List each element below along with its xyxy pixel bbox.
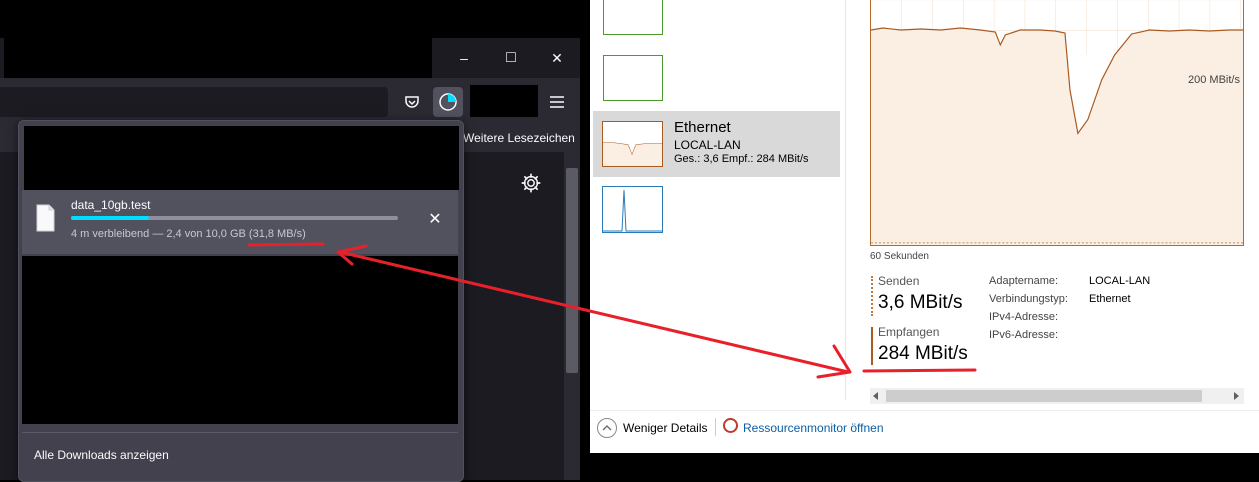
receive-label: Empfangen [878, 325, 940, 339]
graph-time-label: 60 Sekunden [870, 251, 929, 262]
maximize-button[interactable]: □ [488, 38, 534, 78]
resource-monitor-icon[interactable] [723, 418, 738, 433]
send-value: 3,6 MBit/s [878, 292, 963, 313]
download-progress-icon [439, 93, 457, 111]
divider [845, 0, 846, 400]
sidebar-item-gpu-partial[interactable] [603, 0, 663, 35]
ethernet-title: Ethernet [674, 119, 731, 136]
minimize-button[interactable]: – [441, 38, 487, 78]
ethernet-throughput-graph [870, 0, 1244, 246]
fewer-details-button[interactable]: Weniger Details [623, 421, 707, 435]
other-bookmarks-button[interactable]: Weitere Lesezeichen [463, 131, 575, 145]
show-all-downloads-button[interactable]: Alle Downloads anzeigen [34, 448, 169, 462]
downloads-button[interactable] [433, 87, 463, 117]
close-icon: ✕ [551, 49, 563, 66]
close-button[interactable]: ✕ [534, 38, 580, 78]
pocket-icon [405, 96, 419, 108]
send-indicator [871, 276, 873, 316]
scrollbar-thumb[interactable] [566, 168, 578, 373]
graph-scale-label: 200 MBit/s [1188, 74, 1240, 86]
url-bar[interactable] [0, 87, 388, 117]
sidebar-item-gpu[interactable] [603, 55, 663, 101]
detail-value: Ethernet [1089, 293, 1131, 305]
gear-icon [521, 173, 541, 193]
detail-key: Adaptername: [989, 275, 1059, 287]
send-label: Senden [878, 274, 920, 288]
receive-value: 284 MBit/s [878, 343, 968, 364]
download-progress-bar [71, 216, 150, 220]
cancel-download-button[interactable]: ✕ [420, 204, 450, 234]
redacted-area [4, 0, 432, 78]
download-status: 4 m verbleibend — 2,4 von 10,0 GB (31,8 … [71, 228, 306, 240]
ethernet-thumbnail-graph [602, 121, 663, 167]
ethernet-adapter: LOCAL-LAN [674, 138, 741, 152]
hamburger-icon [550, 96, 564, 108]
detail-key: Verbindungstyp: [989, 293, 1068, 305]
minimize-icon: – [460, 50, 468, 66]
scrollbar-thumb[interactable] [886, 390, 1202, 402]
wifi-thumbnail-graph[interactable] [602, 186, 663, 233]
settings-button[interactable] [520, 172, 544, 196]
resource-monitor-link[interactable]: Ressourcenmonitor öffnen [743, 421, 884, 435]
close-icon: ✕ [428, 211, 442, 228]
detail-key: IPv6-Adresse: [989, 329, 1059, 341]
detail-value: LOCAL-LAN [1089, 275, 1151, 287]
file-icon [36, 204, 55, 232]
divider [22, 432, 458, 433]
menu-button[interactable] [542, 87, 572, 117]
redacted-area [22, 256, 458, 424]
download-filename: data_10gb.test [71, 198, 151, 212]
scroll-left-icon[interactable] [872, 392, 880, 400]
detail-key: IPv4-Adresse: [989, 311, 1059, 323]
redacted-area [470, 85, 538, 117]
ethernet-summary: Ges.: 3,6 Empf.: 284 MBit/s [674, 153, 809, 165]
redacted-area [24, 126, 459, 190]
scroll-right-icon[interactable] [1232, 392, 1240, 400]
divider [715, 418, 716, 436]
maximize-icon: □ [506, 49, 516, 66]
pocket-button[interactable] [397, 87, 427, 117]
receive-indicator [871, 327, 873, 365]
chevron-up-icon[interactable] [597, 418, 617, 438]
